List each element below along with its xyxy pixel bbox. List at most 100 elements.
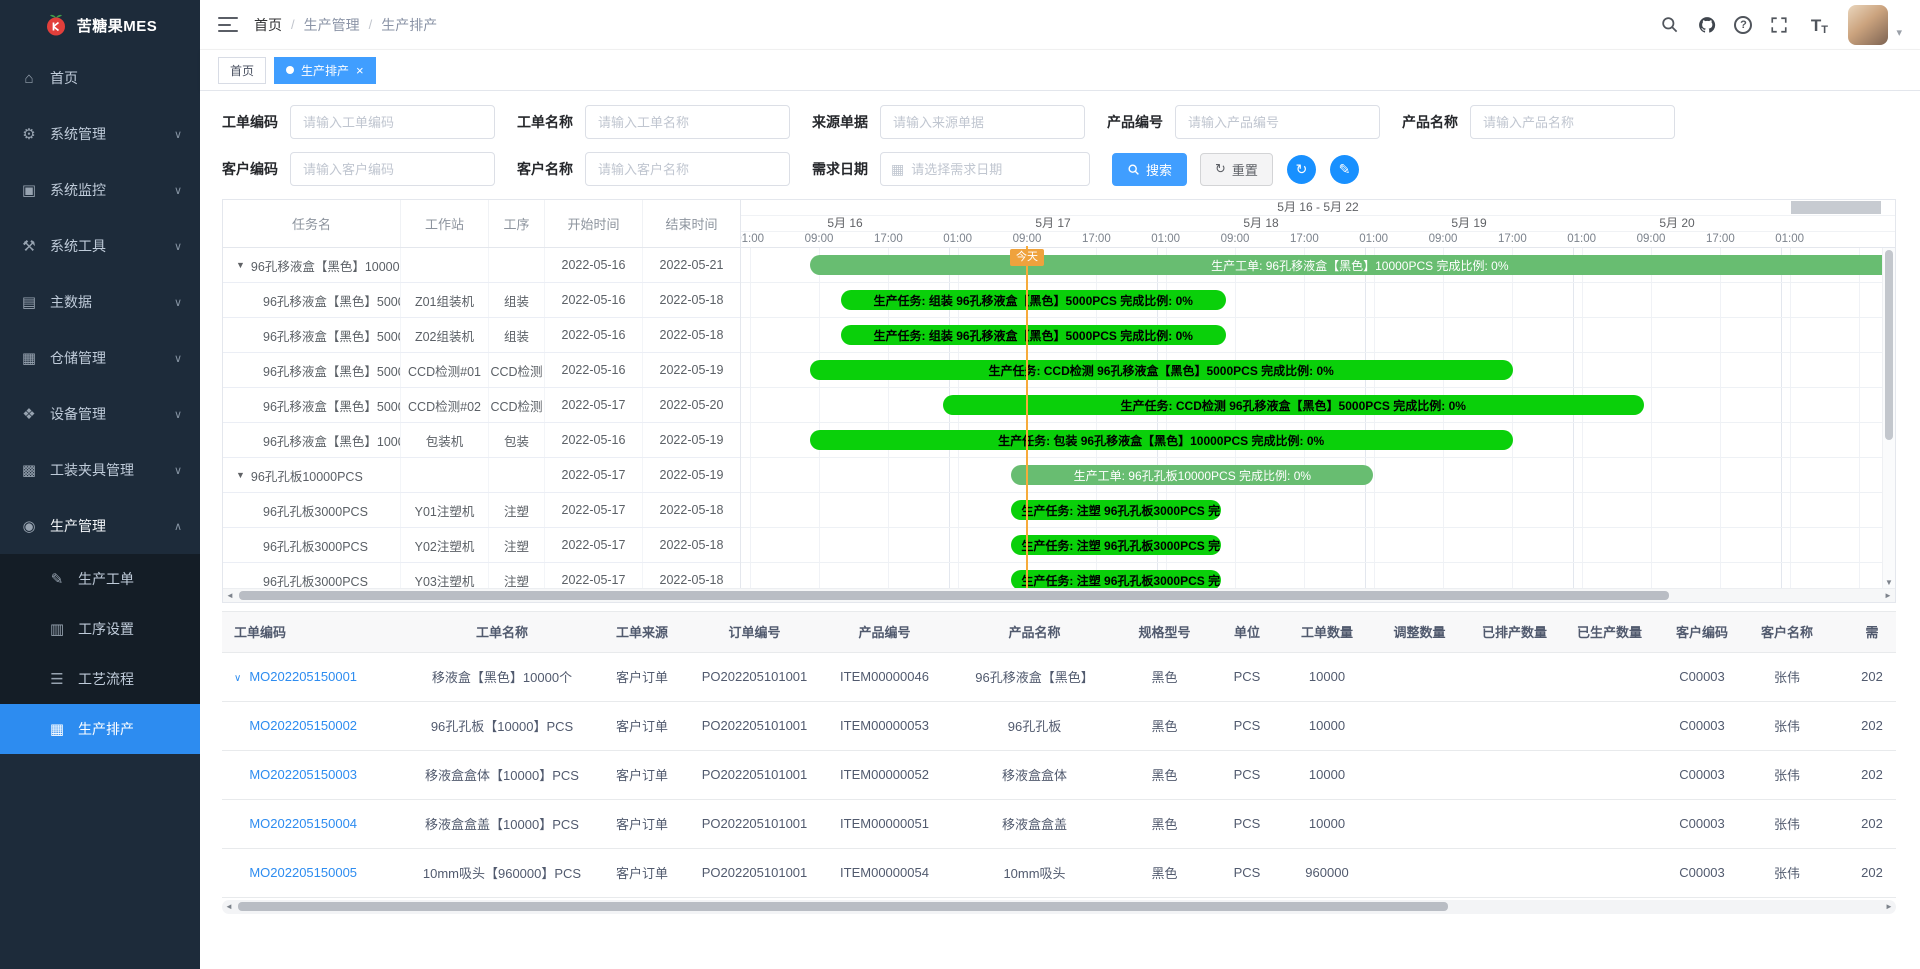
fullscreen-icon[interactable] bbox=[1768, 14, 1790, 36]
gantt-task-row[interactable]: 96孔移液盒【黑色】5000PCSCCD检测#02CCD检测2022-05-17… bbox=[223, 388, 740, 423]
sidebar-item-production-mgmt[interactable]: ◉生产管理∧ bbox=[0, 498, 200, 554]
gantt-task-bar[interactable]: 生产任务: CCD检测 96孔移液盒【黑色】5000PCS 完成比例: 0% bbox=[810, 360, 1513, 380]
gantt-order-bar[interactable]: 生产工单: 96孔移液盒【黑色】10000PCS 完成比例: 0% bbox=[810, 255, 1895, 275]
table-horizontal-scroll-thumb[interactable] bbox=[238, 902, 1448, 911]
chevron-down-icon[interactable]: ▾ bbox=[1896, 26, 1902, 39]
tab-home[interactable]: 首页 bbox=[218, 57, 266, 84]
row-expand-caret-icon[interactable]: ∨ bbox=[234, 673, 241, 684]
work-order-link[interactable]: MO202205150005 bbox=[249, 865, 357, 880]
sidebar-item-work-order[interactable]: ✎生产工单 bbox=[0, 554, 200, 604]
gantt-task-row[interactable]: 96孔孔板3000PCSY01注塑机注塑2022-05-172022-05-18 bbox=[223, 493, 740, 528]
reset-button[interactable]: ↻ 重置 bbox=[1200, 153, 1273, 186]
customer-code-input[interactable] bbox=[290, 152, 495, 186]
product-code-input[interactable] bbox=[1175, 105, 1380, 139]
sidebar-item-equipment-mgmt[interactable]: ❖设备管理∨ bbox=[0, 386, 200, 442]
sidebar-item-home[interactable]: ⌂首页 bbox=[0, 50, 200, 106]
gantt-task-row[interactable]: 96孔孔板3000PCSY03注塑机注塑2022-05-172022-05-18 bbox=[223, 563, 740, 588]
work-order-name-input[interactable] bbox=[585, 105, 790, 139]
source-doc-input[interactable] bbox=[880, 105, 1085, 139]
gantt-horizontal-scrollbar[interactable]: ◄ ► bbox=[223, 588, 1895, 602]
breadcrumb-item[interactable]: 首页 bbox=[254, 15, 282, 35]
breadcrumb-item[interactable]: 生产排产 bbox=[381, 15, 437, 35]
sidebar-item-master-data[interactable]: ▤主数据∨ bbox=[0, 274, 200, 330]
gantt-vertical-scrollbar[interactable]: ▼ bbox=[1882, 248, 1895, 588]
scroll-right-arrow-icon[interactable]: ► bbox=[1882, 900, 1896, 913]
search-button[interactable]: 搜索 bbox=[1112, 153, 1187, 186]
sidebar-item-fixture-mgmt[interactable]: ▩工装夹具管理∨ bbox=[0, 442, 200, 498]
work-order-table-wrap: 工单编码工单名称工单来源订单编号产品编号产品名称规格型号单位工单数量调整数量已排… bbox=[222, 611, 1896, 898]
help-icon[interactable]: ? bbox=[1734, 16, 1752, 34]
filter-label: 来源单据 bbox=[812, 112, 868, 132]
sidebar-item-process-setting[interactable]: ▥工序设置 bbox=[0, 604, 200, 654]
scroll-right-arrow-icon[interactable]: ► bbox=[1881, 589, 1895, 602]
gantt-end-cell: 2022-05-19 bbox=[643, 353, 740, 387]
gantt-vertical-scroll-thumb[interactable] bbox=[1885, 250, 1893, 440]
product-name-input[interactable] bbox=[1470, 105, 1675, 139]
customer-name-input[interactable] bbox=[585, 152, 790, 186]
cell-qty: 10000 bbox=[1282, 750, 1372, 799]
github-icon[interactable] bbox=[1696, 14, 1718, 36]
gantt-start-cell: 2022-05-16 bbox=[545, 353, 643, 387]
cell-adjust-qty bbox=[1372, 799, 1467, 848]
gantt-process-cell: CCD检测 bbox=[489, 388, 545, 422]
work-order-link[interactable]: MO202205150002 bbox=[249, 718, 357, 733]
cell-scheduled-qty bbox=[1467, 701, 1562, 750]
gantt-task-row[interactable]: ▼96孔移液盒【黑色】10000PCS2022-05-162022-05-21 bbox=[223, 248, 740, 283]
demand-date-input[interactable] bbox=[911, 162, 1079, 177]
gantt-task-bar[interactable]: 生产任务: 包装 96孔移液盒【黑色】10000PCS 完成比例: 0% bbox=[810, 430, 1513, 450]
scroll-left-arrow-icon[interactable]: ◄ bbox=[223, 589, 237, 602]
scroll-left-arrow-icon[interactable]: ◄ bbox=[222, 900, 236, 913]
avatar[interactable] bbox=[1848, 5, 1888, 45]
gantt-task-row[interactable]: 96孔移液盒【黑色】5000PCSZ01组装机组装2022-05-162022-… bbox=[223, 283, 740, 318]
work-order-code-input[interactable] bbox=[290, 105, 495, 139]
refresh-circle-button[interactable]: ↻ bbox=[1287, 155, 1316, 184]
date-input[interactable]: ▦ bbox=[880, 152, 1090, 186]
gantt-end-cell: 2022-05-18 bbox=[643, 318, 740, 352]
work-order-link[interactable]: MO202205150004 bbox=[249, 816, 357, 831]
sidebar-item-process-flow[interactable]: ☰工艺流程 bbox=[0, 654, 200, 704]
app-logo[interactable]: 苦糖果MES bbox=[0, 0, 200, 50]
edit-circle-button[interactable]: ✎ bbox=[1330, 155, 1359, 184]
tab-close-icon[interactable]: × bbox=[356, 64, 364, 77]
work-order-link[interactable]: MO202205150001 bbox=[249, 669, 357, 684]
gantt-start-cell: 2022-05-17 bbox=[545, 563, 643, 588]
gantt-order-bar[interactable]: 生产工单: 96孔孔板10000PCS 完成比例: 0% bbox=[1011, 465, 1373, 485]
task-name-text: 96孔孔板3000PCS bbox=[263, 536, 368, 555]
gantt-task-name-cell: ▼96孔移液盒【黑色】10000PCS bbox=[223, 248, 401, 282]
gantt-task-bar[interactable]: 生产任务: CCD检测 96孔移液盒【黑色】5000PCS 完成比例: 0% bbox=[943, 395, 1644, 415]
gantt-horizontal-scroll-thumb[interactable] bbox=[239, 591, 1669, 600]
sidebar-item-system-monitor[interactable]: ▣系统监控∨ bbox=[0, 162, 200, 218]
gantt-hour-label: 09:00 bbox=[1637, 232, 1666, 247]
sidebar-item-schedule[interactable]: ▦生产排产 bbox=[0, 704, 200, 754]
scroll-down-arrow-icon[interactable]: ▼ bbox=[1883, 578, 1895, 587]
gantt-task-row[interactable]: 96孔移液盒【黑色】10000PCS包装机包装2022-05-162022-05… bbox=[223, 423, 740, 458]
gantt-task-row[interactable]: ▼96孔孔板10000PCS2022-05-172022-05-19 bbox=[223, 458, 740, 493]
cell-source: 客户订单 bbox=[592, 701, 692, 750]
gantt-hour-header: 01:0009:0017:0001:0009:0017:0001:0009:00… bbox=[741, 232, 1895, 248]
bar-label: 生产任务: CCD检测 96孔移液盒【黑色】5000PCS 完成比例: 0% bbox=[1121, 397, 1466, 414]
gantt-task-bar[interactable]: 生产任务: 注塑 96孔孔板3000PCS 完成比例: 0% bbox=[1011, 500, 1221, 520]
sidebar-item-system-tools[interactable]: ⚒系统工具∨ bbox=[0, 218, 200, 274]
sidebar-item-system-mgmt[interactable]: ⚙系统管理∨ bbox=[0, 106, 200, 162]
gantt-task-bar[interactable]: 生产任务: 组装 96孔移液盒【黑色】5000PCS 完成比例: 0% bbox=[841, 290, 1226, 310]
gantt-process-cell: CCD检测 bbox=[489, 353, 545, 387]
tab-active-dot bbox=[286, 66, 294, 74]
caret-down-icon[interactable]: ▼ bbox=[236, 260, 245, 270]
gantt-task-bar[interactable]: 生产任务: 注塑 96孔孔板3000PCS 完成比例: 0% bbox=[1011, 570, 1221, 588]
hamburger-icon[interactable] bbox=[218, 17, 238, 32]
work-order-link[interactable]: MO202205150003 bbox=[249, 767, 357, 782]
gantt-task-row[interactable]: 96孔孔板3000PCSY02注塑机注塑2022-05-172022-05-18 bbox=[223, 528, 740, 563]
sidebar-item-warehouse-mgmt[interactable]: ▦仓储管理∨ bbox=[0, 330, 200, 386]
breadcrumb-item[interactable]: 生产管理 bbox=[304, 15, 360, 35]
table-horizontal-scrollbar[interactable]: ◄ ► bbox=[222, 900, 1896, 914]
gantt-task-bar[interactable]: 生产任务: 组装 96孔移液盒【黑色】5000PCS 完成比例: 0% bbox=[841, 325, 1226, 345]
font-size-icon[interactable]: TT bbox=[1806, 14, 1832, 36]
gantt-range-scroll-thumb[interactable] bbox=[1791, 201, 1881, 214]
gantt-task-bar[interactable]: 生产任务: 注塑 96孔孔板3000PCS 完成比例: 0% bbox=[1011, 535, 1221, 555]
tab-schedule[interactable]: 生产排产× bbox=[274, 57, 376, 84]
caret-down-icon[interactable]: ▼ bbox=[236, 470, 245, 480]
cell-produced-qty bbox=[1562, 799, 1657, 848]
gantt-task-row[interactable]: 96孔移液盒【黑色】5000PCSZ02组装机组装2022-05-162022-… bbox=[223, 318, 740, 353]
search-icon[interactable] bbox=[1658, 14, 1680, 36]
gantt-task-row[interactable]: 96孔移液盒【黑色】5000PCSCCD检测#01CCD检测2022-05-16… bbox=[223, 353, 740, 388]
